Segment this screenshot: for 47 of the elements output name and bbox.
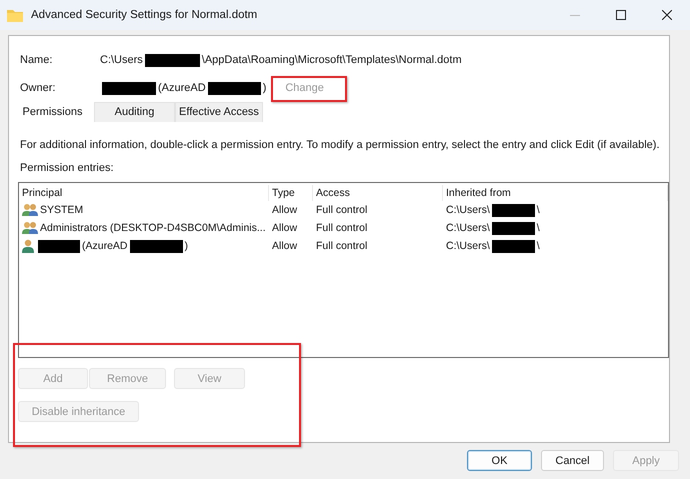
- redaction-bar: [130, 240, 183, 252]
- field-label: Name:: [20, 54, 54, 66]
- file-path: \AppData\Roaming\Microsoft\Templates\Normal.dotm: [202, 54, 462, 66]
- user-icon: [22, 239, 34, 253]
- info-text: For additional information, double-click a permission entry. To modify a permission entry, select the entry and click Edit (if available).: [20, 139, 661, 151]
- principal-name: (AzureAD: [82, 240, 128, 252]
- folder-path: C:\Users\: [446, 240, 490, 252]
- folder-path: \: [536, 240, 540, 252]
- redaction-bar: [208, 82, 261, 94]
- window-title: Advanced Security Settings for Normal.dotm: [31, 9, 258, 21]
- redaction-bar: [492, 240, 535, 252]
- column-header[interactable]: Access: [313, 185, 443, 201]
- tab[interactable]: Auditing: [94, 102, 175, 122]
- tab[interactable]: Effective Access: [175, 102, 263, 122]
- principal-name: SYSTEM: [40, 204, 84, 216]
- file-path: C:\Users: [100, 54, 143, 66]
- redaction-bar: [492, 204, 535, 216]
- table-cell: Full control: [316, 222, 368, 234]
- principal-name: Administrators (DESKTOP-D4SBC0M\Adminis...: [40, 222, 266, 234]
- table-cell: Full control: [316, 240, 368, 252]
- dialog-button[interactable]: OK: [467, 450, 532, 471]
- folder-path: \: [536, 204, 540, 216]
- folder-path: C:\Users\: [446, 204, 490, 216]
- dialog-button[interactable]: Cancel: [541, 450, 604, 471]
- principal-name: ): [184, 240, 188, 252]
- users-icon: [22, 221, 38, 235]
- field-label: Owner:: [20, 82, 56, 94]
- folder-icon: [7, 8, 23, 22]
- close-icon[interactable]: [662, 10, 672, 20]
- redaction-bar: [102, 82, 156, 94]
- table-cell: Allow: [272, 222, 298, 234]
- folder-path: \: [536, 222, 540, 234]
- column-header[interactable]: Type: [269, 185, 313, 201]
- redaction-bar: [492, 222, 535, 234]
- redaction-bar: [144, 54, 200, 66]
- section-label: Permission entries:: [20, 162, 115, 174]
- owner-name: ): [262, 82, 266, 94]
- folder-path: C:\Users\: [446, 222, 490, 234]
- maximize-icon[interactable]: [616, 10, 626, 20]
- column-header[interactable]: Principal: [19, 185, 269, 201]
- redaction-bar: [38, 240, 80, 252]
- table-cell: Full control: [316, 204, 368, 216]
- owner-name: (AzureAD: [158, 82, 206, 94]
- table-cell: Allow: [272, 240, 298, 252]
- table-cell: Allow: [272, 204, 298, 216]
- column-header[interactable]: Inherited from: [443, 185, 668, 201]
- users-icon: [22, 203, 38, 217]
